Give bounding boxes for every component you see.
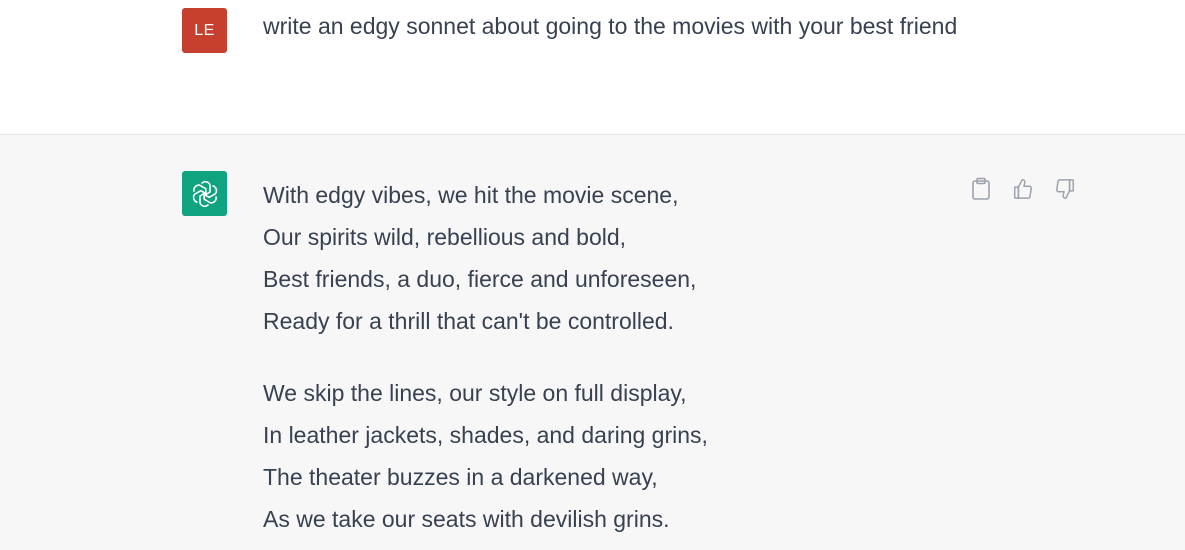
message-actions — [970, 176, 1076, 202]
user-message-row: LE write an edgy sonnet about going to t… — [0, 0, 1185, 135]
poem-line: The theater buzzes in a darkened way, — [263, 464, 658, 490]
user-avatar: LE — [182, 8, 227, 53]
copy-button[interactable] — [970, 176, 992, 202]
poem-line: Ready for a thrill that can't be control… — [263, 308, 674, 334]
poem-line: With edgy vibes, we hit the movie scene, — [263, 182, 679, 208]
thumbs-down-button[interactable] — [1054, 176, 1076, 202]
thumbs-down-icon — [1056, 179, 1074, 199]
poem-line: Best friends, a duo, fierce and unforese… — [263, 266, 697, 292]
poem-line: In leather jackets, shades, and daring g… — [263, 422, 708, 448]
thumbs-up-button[interactable] — [1012, 176, 1034, 202]
assistant-message-row: With edgy vibes, we hit the movie scene,… — [0, 135, 1185, 550]
stanza: With edgy vibes, we hit the movie scene,… — [263, 174, 963, 342]
stanza: We skip the lines, our style on full dis… — [263, 372, 963, 540]
openai-logo-icon — [182, 171, 227, 216]
poem-line: Our spirits wild, rebellious and bold, — [263, 224, 627, 250]
user-message-text: write an edgy sonnet about going to the … — [263, 13, 958, 39]
poem-line: As we take our seats with devilish grins… — [263, 506, 670, 532]
assistant-poem: With edgy vibes, we hit the movie scene,… — [263, 174, 963, 540]
clipboard-icon — [972, 177, 990, 200]
poem-line: We skip the lines, our style on full dis… — [263, 380, 687, 406]
thumbs-up-icon — [1014, 179, 1032, 199]
user-avatar-initials: LE — [194, 21, 215, 39]
